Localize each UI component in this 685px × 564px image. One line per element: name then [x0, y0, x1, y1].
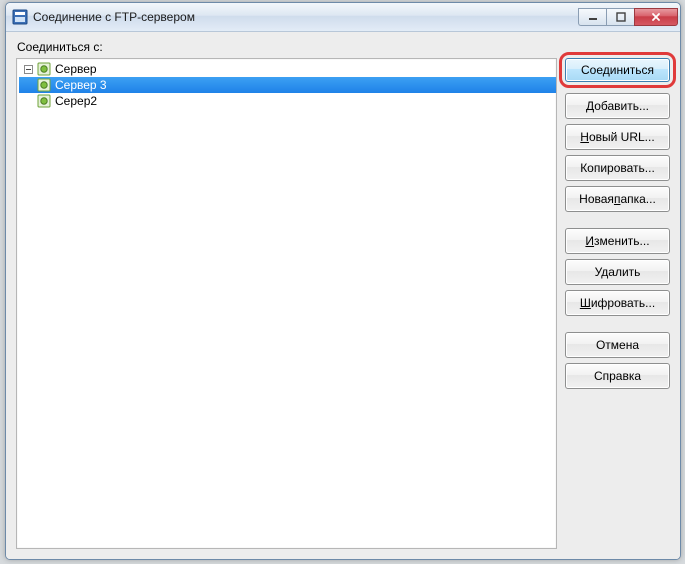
new-folder-button[interactable]: Новая папка...: [565, 186, 670, 212]
window-title: Соединение с FTP-сервером: [33, 10, 578, 24]
dialog-window: Соединение с FTP-сервером Соединиться с:: [5, 2, 681, 560]
tree-item[interactable]: Сервер: [19, 61, 556, 77]
server-icon: [36, 77, 52, 93]
copy-button[interactable]: Копировать...: [565, 155, 670, 181]
tree-item[interactable]: · Сервер 3: [19, 77, 556, 93]
delete-button[interactable]: Удалить: [565, 259, 670, 285]
close-button[interactable]: [634, 8, 678, 26]
new-url-button[interactable]: Новый URL...: [565, 124, 670, 150]
main-row: Сервер · Сервер 3 ·: [16, 58, 670, 549]
tree-item-label: Сервер: [55, 61, 101, 77]
tree-item-label: Серер2: [55, 93, 101, 109]
edit-button[interactable]: Изменить...: [565, 228, 670, 254]
titlebar[interactable]: Соединение с FTP-сервером: [6, 3, 680, 32]
add-button[interactable]: Добавить...: [565, 93, 670, 119]
server-tree[interactable]: Сервер · Сервер 3 ·: [16, 58, 557, 549]
button-column: Соединиться Добавить... Новый URL... Коп…: [565, 58, 670, 549]
connect-button[interactable]: Соединиться: [565, 58, 670, 82]
expand-toggle-icon[interactable]: [21, 62, 35, 76]
maximize-button[interactable]: [606, 8, 634, 26]
spacer: [565, 217, 670, 223]
tree-item[interactable]: · Серер2: [19, 93, 556, 109]
client-area: Соединиться с: Сервер: [6, 32, 680, 559]
primary-action-highlight: Соединиться: [559, 52, 676, 88]
help-button[interactable]: Справка: [565, 363, 670, 389]
window-controls: [578, 8, 678, 26]
encrypt-button[interactable]: Шифровать...: [565, 290, 670, 316]
spacer: [565, 321, 670, 327]
app-icon: [12, 9, 28, 25]
server-icon: [36, 61, 52, 77]
tree-item-label: Сервер 3: [55, 77, 111, 93]
minimize-button[interactable]: [578, 8, 606, 26]
cancel-button[interactable]: Отмена: [565, 332, 670, 358]
server-icon: [36, 93, 52, 109]
